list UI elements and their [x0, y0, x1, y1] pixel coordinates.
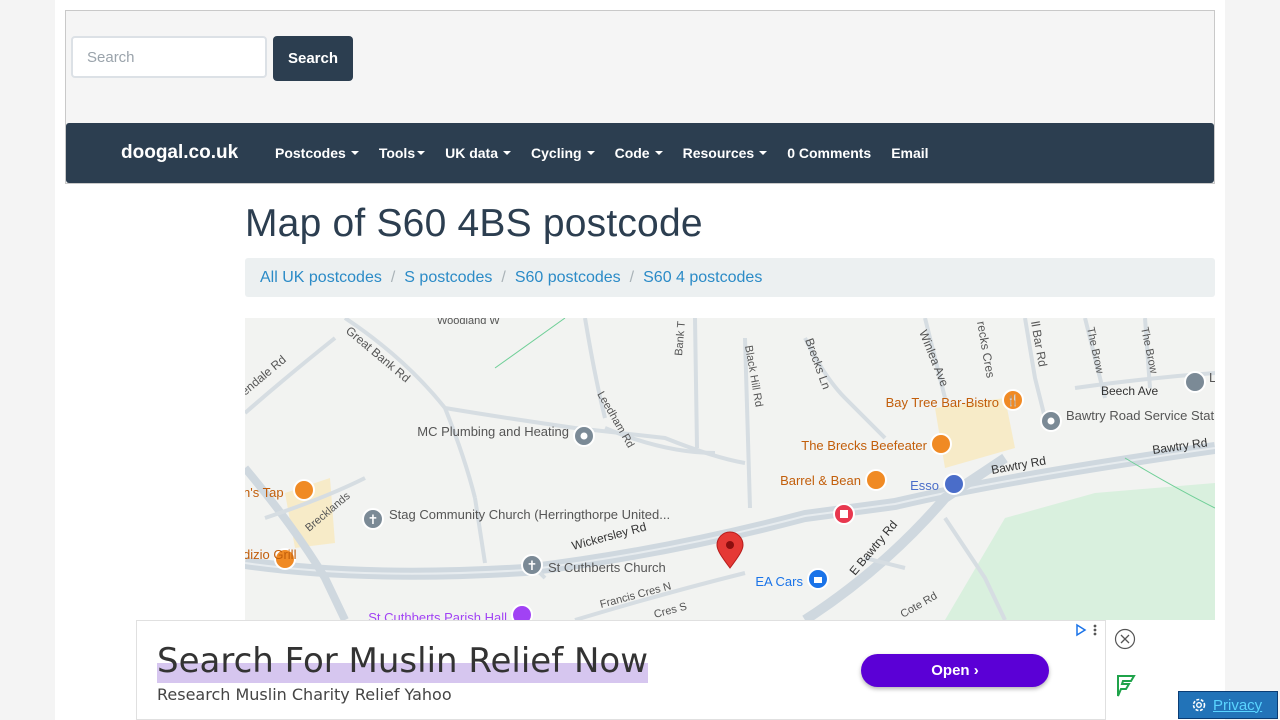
header-box: Search doogal.co.uk Postcodes Tools UK d… — [65, 10, 1215, 184]
poi-brecks-beefeater[interactable]: The Brecks Beefeater — [801, 433, 952, 455]
page-container: Search doogal.co.uk Postcodes Tools UK d… — [55, 0, 1225, 720]
poi-label: EA Cars — [755, 574, 803, 589]
svg-text:Winlea Ave: Winlea Ave — [916, 328, 952, 389]
svg-text:Brecks Ln: Brecks Ln — [802, 336, 833, 391]
nav-email[interactable]: Email — [891, 145, 928, 161]
chevron-right-icon: › — [973, 662, 979, 679]
page-title: Map of S60 4BS postcode — [245, 202, 703, 245]
svg-text:recks Cres: recks Cres — [974, 320, 998, 379]
nav-code[interactable]: Code — [615, 145, 663, 161]
svg-text:The Brow: The Brow — [1138, 326, 1160, 375]
svg-text:Beech Ave: Beech Ave — [1101, 384, 1158, 398]
poi-parish-hall[interactable]: St Cuthberts Parish Hall — [368, 604, 533, 620]
caret-down-icon — [350, 151, 359, 155]
poi-label: Barrel & Bean — [780, 473, 861, 488]
poi-label: Stag Community Church (Herringthorpe Uni… — [389, 507, 670, 522]
poi-ea-cars[interactable]: EA Cars — [755, 568, 829, 590]
poi-label: n's Tap — [245, 485, 284, 500]
svg-text:🍴: 🍴 — [1006, 394, 1020, 407]
navbar: doogal.co.uk Postcodes Tools UK data Cyc… — [66, 123, 1214, 183]
svg-text:Bank T: Bank T — [673, 320, 688, 356]
location-pin-icon[interactable] — [716, 531, 744, 569]
breadcrumb-s-postcodes[interactable]: S postcodes — [404, 269, 492, 287]
park-area — [945, 483, 1215, 620]
poi-service-station[interactable]: Bawtry Road Service Station — [1040, 408, 1215, 432]
svg-text:Woodland W: Woodland W — [437, 318, 500, 327]
poi-label: Esso — [910, 478, 939, 493]
ad-subtext: Research Muslin Charity Relief Yahoo — [157, 685, 452, 704]
ad-open-button[interactable]: Open › — [861, 654, 1049, 687]
ad-side-panel — [1106, 620, 1146, 720]
svg-text:The Brow: The Brow — [1084, 326, 1106, 375]
breadcrumb: All UK postcodes / S postcodes / S60 pos… — [245, 258, 1215, 297]
freestar-logo-icon — [1112, 672, 1138, 703]
poi-label: MC Plumbing and Heating — [417, 424, 569, 439]
poi-esso[interactable]: Esso — [910, 473, 965, 495]
ad-banner[interactable]: Search For Muslin Relief Now Research Mu… — [136, 620, 1106, 720]
nav-tools[interactable]: Tools — [379, 145, 426, 161]
ad-headline[interactable]: Search For Muslin Relief Now — [157, 639, 649, 683]
adchoices-icon[interactable] — [1075, 623, 1099, 642]
poi-label: L — [1209, 370, 1215, 385]
nav-uk-data[interactable]: UK data — [445, 145, 512, 161]
caret-down-icon — [654, 151, 663, 155]
breadcrumb-separator: / — [501, 268, 506, 286]
privacy-button[interactable]: Privacy — [1178, 691, 1278, 719]
poi-school[interactable]: L — [1184, 370, 1215, 393]
breadcrumb-separator: / — [390, 268, 396, 286]
poi-mc-plumbing[interactable]: MC Plumbing and Heating — [417, 424, 595, 447]
nav-comments[interactable]: 0 Comments — [787, 145, 871, 161]
poi-label: Bawtry Road Service Station — [1066, 408, 1215, 423]
postcode-map[interactable]: Woodland W Great Bank Rd endale Rd Leedh… — [245, 318, 1215, 620]
poi-label: St Cuthberts Church — [548, 560, 666, 575]
caret-down-icon — [503, 151, 512, 155]
map-canvas[interactable]: Woodland W Great Bank Rd endale Rd Leedh… — [245, 318, 1215, 620]
caret-down-icon — [759, 151, 768, 155]
search-input[interactable] — [71, 36, 267, 78]
svg-text:Cres S: Cres S — [653, 601, 689, 620]
close-icon[interactable] — [1114, 628, 1136, 655]
svg-text:Leedham Rd: Leedham Rd — [594, 390, 636, 451]
breadcrumb-all-uk-postcodes[interactable]: All UK postcodes — [260, 269, 382, 287]
poi-label: St Cuthberts Parish Hall — [368, 610, 507, 620]
poi-label: Bay Tree Bar-Bistro — [886, 395, 999, 410]
breadcrumb-s60-postcodes[interactable]: S60 postcodes — [515, 269, 621, 287]
brand-link[interactable]: doogal.co.uk — [121, 142, 238, 164]
caret-down-icon — [586, 151, 595, 155]
svg-text:endale Rd: endale Rd — [245, 352, 289, 398]
breadcrumb-separator: / — [629, 268, 635, 286]
caret-down-icon — [417, 151, 426, 155]
svg-text:Great Bank Rd: Great Bank Rd — [343, 324, 413, 386]
svg-text:Cote Rd: Cote Rd — [899, 590, 940, 620]
svg-text:✝: ✝ — [527, 558, 538, 573]
poi-label: The Brecks Beefeater — [801, 438, 927, 453]
nav-cycling[interactable]: Cycling — [531, 145, 595, 161]
boundary-line — [494, 318, 566, 369]
poi-hospital[interactable] — [833, 503, 855, 525]
nav-resources[interactable]: Resources — [683, 145, 768, 161]
poi-label: dizio Grill — [245, 547, 297, 562]
poi-barrel-bean[interactable]: Barrel & Bean — [780, 469, 887, 491]
nav-postcodes[interactable]: Postcodes — [275, 145, 359, 161]
nav-menu: Postcodes Tools UK data Cycling Code Res… — [275, 123, 949, 183]
gear-icon — [1192, 698, 1206, 712]
breadcrumb-s60-4-postcodes[interactable]: S60 4 postcodes — [643, 269, 762, 287]
search-button[interactable]: Search — [273, 36, 353, 81]
svg-text:✝: ✝ — [368, 512, 379, 527]
